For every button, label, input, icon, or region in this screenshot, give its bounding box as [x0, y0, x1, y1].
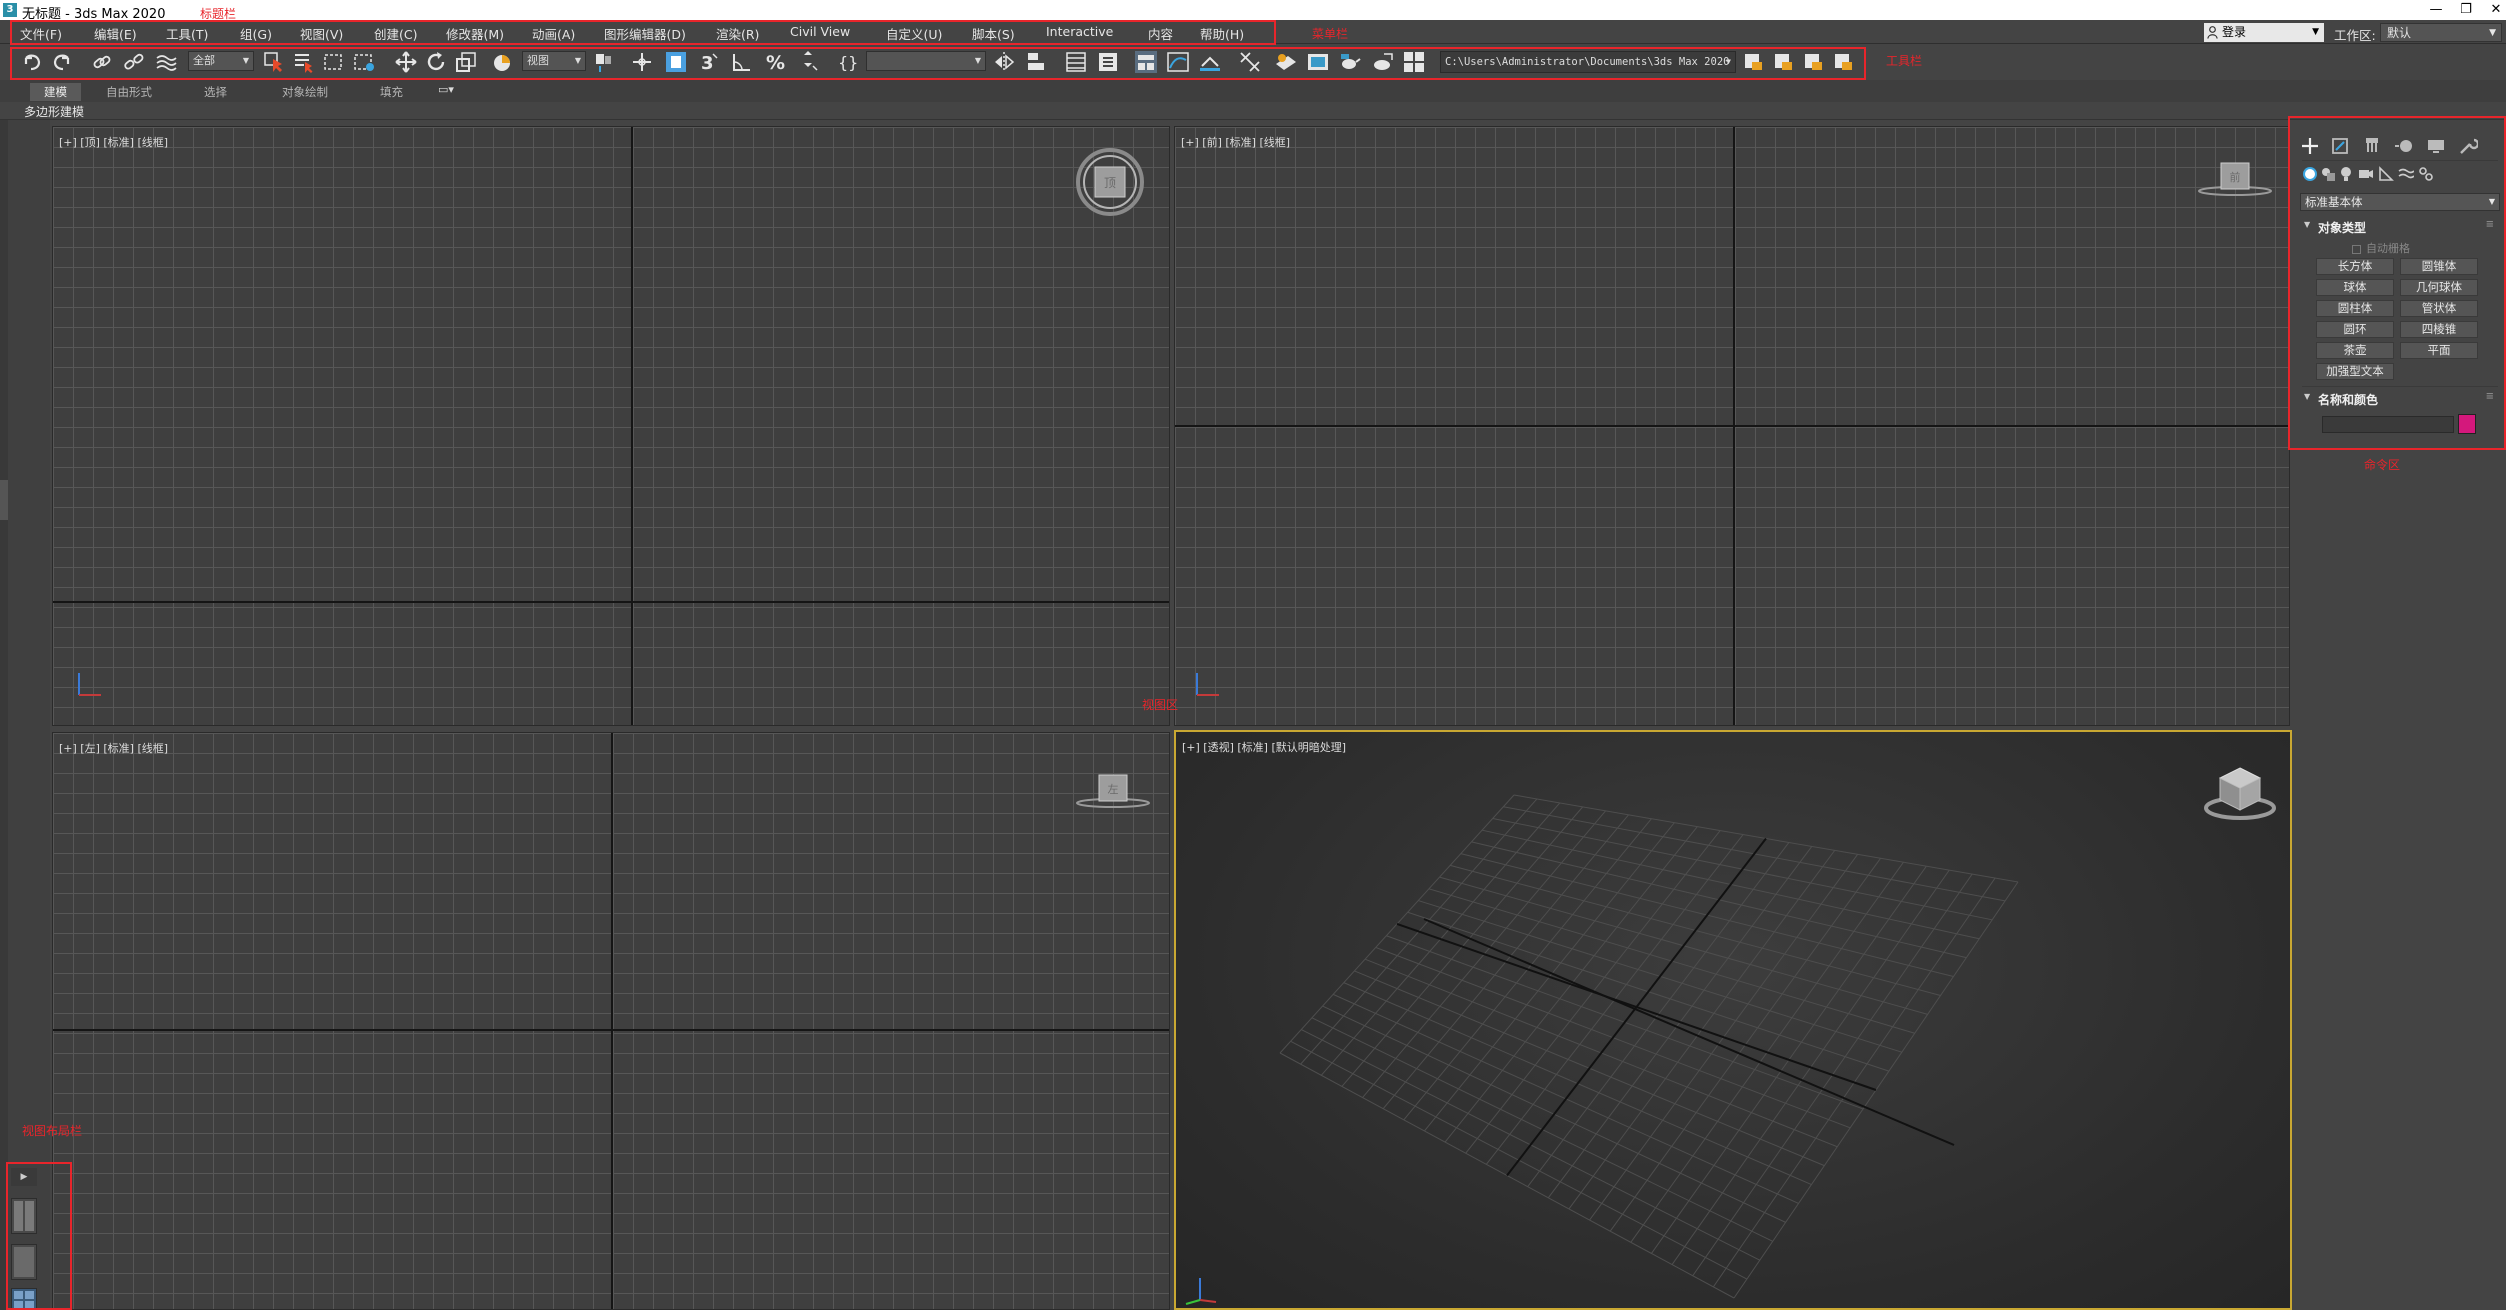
chevron-down-icon: ▼: [2489, 28, 2496, 38]
title-bar: 3 无标题 - 3ds Max 2020 — ❐ ✕: [0, 0, 2506, 22]
ribbon-panel: 多边形建模: [0, 102, 2506, 120]
grid-axis-vertical: [1733, 127, 1735, 725]
annotation-toolbar: 工具栏: [1886, 54, 1923, 68]
left-edge-strip: [0, 120, 8, 1310]
viewcube-top-face: 顶: [1104, 176, 1116, 190]
workspace-value: 默认: [2387, 26, 2412, 40]
annotation-command-panel: 命令区: [2364, 458, 2401, 472]
user-icon: [2207, 26, 2218, 39]
annotation-viewport: 视图区: [1142, 698, 1179, 712]
annotation-menu-bar: 菜单栏: [1312, 27, 1349, 41]
workspace-select[interactable]: 默认 ▼: [2380, 23, 2502, 42]
annotation-box-toolbar: [10, 47, 1866, 80]
app-logo-icon: 3: [3, 3, 17, 17]
viewcube-left-face: 左: [1108, 783, 1119, 796]
axis-tripod-icon: [78, 673, 101, 696]
ribbon-tab-selection[interactable]: 选择: [190, 83, 241, 101]
viewport-front[interactable]: [+] [前] [标准] [线框] 前: [1174, 126, 2290, 726]
annotation-box-layout-bar: [6, 1162, 72, 1310]
viewport-left-label[interactable]: [+] [左] [标准] [线框]: [59, 740, 168, 756]
ribbon-options-icon: ▭▾: [438, 83, 454, 96]
axis-tripod-icon: [1196, 673, 1219, 696]
login-label: 登录: [2222, 25, 2247, 39]
viewport-perspective[interactable]: [+] [透视] [标准] [默认明暗处理]: [1174, 730, 2292, 1310]
ribbon-panel-label[interactable]: 多边形建模: [24, 103, 84, 120]
viewcube-top[interactable]: 顶: [1073, 145, 1147, 219]
viewcube-left[interactable]: 左: [1073, 771, 1153, 811]
annotation-box-command-panel: [2288, 116, 2506, 450]
annotation-layout-bar: 视图布局栏: [22, 1124, 83, 1138]
ribbon-tab-populate[interactable]: 填充: [366, 83, 417, 101]
grid-axis-vertical: [611, 733, 613, 1309]
viewport-top[interactable]: [+] [顶] [标准] [线框] 顶: [52, 126, 1170, 726]
chevron-down-icon: ▼: [2312, 27, 2319, 37]
ribbon-options-dropdown[interactable]: ▭▾: [438, 83, 454, 96]
viewport-left[interactable]: [+] [左] [标准] [线框] 左: [52, 732, 1170, 1310]
ribbon-tab-object-paint[interactable]: 对象绘制: [268, 83, 342, 101]
perspective-grid: [1279, 794, 2019, 1299]
viewcube-front-face: 前: [2230, 170, 2241, 184]
annotation-box-menu: [10, 20, 1276, 45]
viewport-top-label[interactable]: [+] [顶] [标准] [线框]: [59, 134, 168, 150]
login-dropdown[interactable]: 登录 ▼: [2204, 23, 2324, 42]
ribbon-tab-freeform[interactable]: 自由形式: [92, 83, 166, 101]
viewcube-front[interactable]: 前: [2195, 159, 2275, 199]
workspace-label: 工作区:: [2334, 28, 2376, 43]
grid-axis-vertical: [631, 127, 633, 725]
viewport-front-label[interactable]: [+] [前] [标准] [线框]: [1181, 134, 1290, 150]
left-strip-marker: [0, 480, 8, 520]
viewcube-perspective[interactable]: [2200, 762, 2280, 826]
ribbon-tab-modeling[interactable]: 建模: [30, 83, 81, 101]
grid-axis-horizontal: [53, 601, 1169, 603]
close-button[interactable]: ✕: [2476, 0, 2506, 20]
axis-tripod-icon: [1185, 1278, 1217, 1305]
app-window: 3 无标题 - 3ds Max 2020 — ❐ ✕ 标题栏 文件(F) 编辑(…: [0, 0, 2506, 1310]
ribbon-bar: 建模 自由形式 选择 对象绘制 填充 ▭▾: [0, 80, 2506, 102]
